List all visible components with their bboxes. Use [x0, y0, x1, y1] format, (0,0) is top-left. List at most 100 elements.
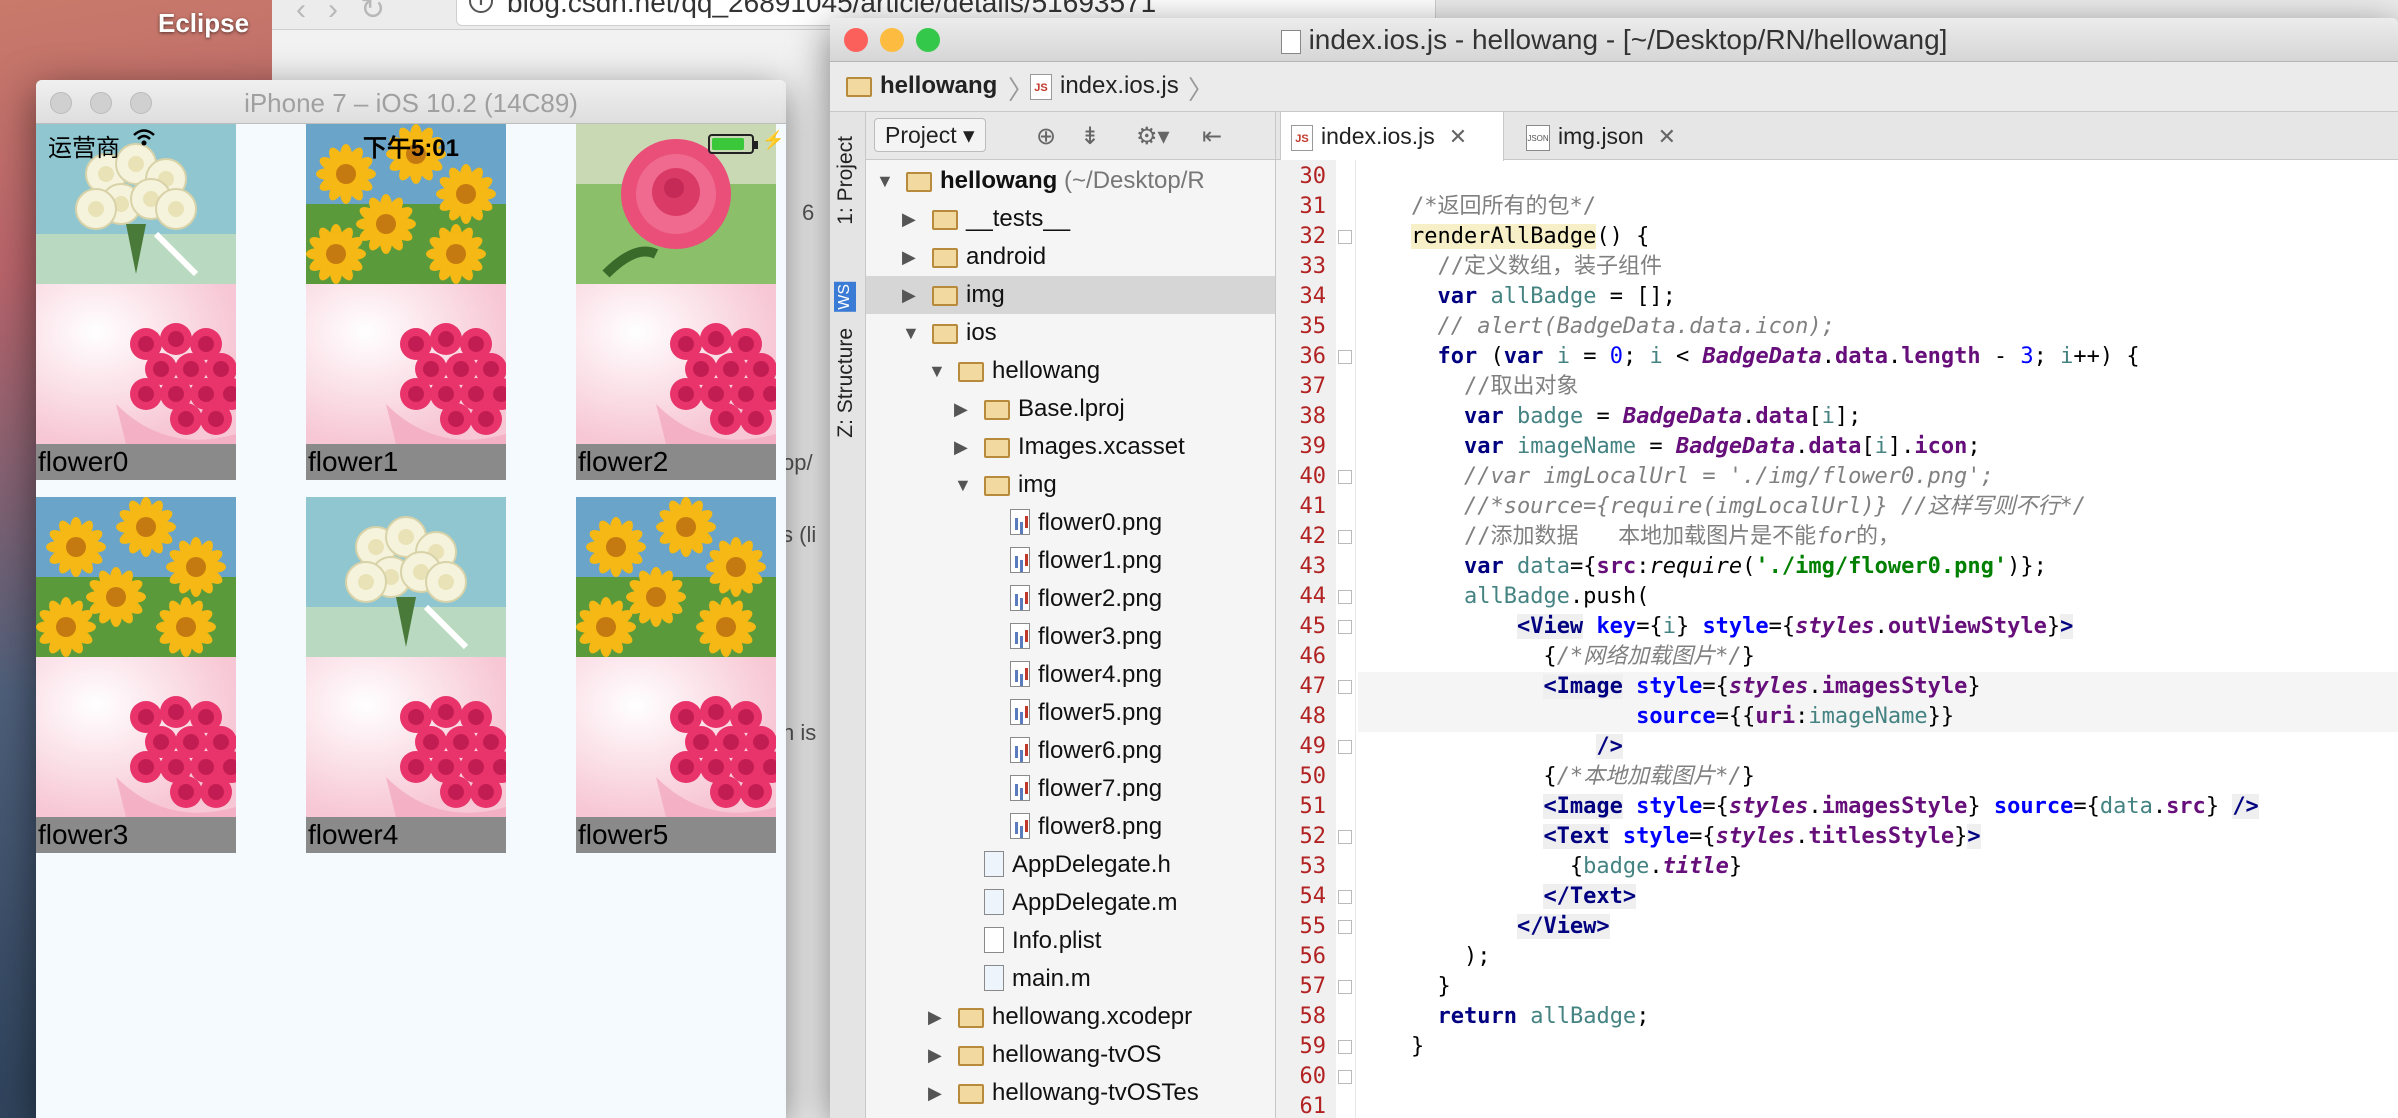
tree-item[interactable]: Info.plist [866, 922, 1275, 960]
breadcrumb-project[interactable]: hellowang [846, 72, 997, 100]
network-image [306, 497, 506, 657]
tab-project[interactable]: 1: Project [834, 136, 858, 225]
tree-item[interactable]: ▶ __tests__ [866, 200, 1275, 238]
fold-marker-icon[interactable] [1338, 230, 1352, 244]
line-number: 42 [1299, 524, 1327, 549]
project-view-dropdown[interactable]: Project ▾ [874, 118, 986, 152]
tree-item[interactable]: flower0.png [866, 504, 1275, 542]
chevron-right-icon[interactable]: ▶ [902, 276, 916, 314]
code-line: //添加数据 本地加载图片是不能for的， [1358, 524, 1900, 549]
tab-structure[interactable]: Z: Structure [834, 328, 858, 438]
close-tab-icon[interactable]: ✕ [1449, 124, 1467, 149]
flower-cell[interactable]: flower5 [576, 497, 786, 853]
fold-marker-icon[interactable] [1338, 470, 1352, 484]
line-number-gutter: 30 31 32 33 34 35 36 37 38 39 40 41 42 43 44 45 46 47 48 49… [1276, 160, 1336, 1118]
chevron-right-icon[interactable]: ▶ [954, 390, 968, 428]
tree-item-label: flower2.png [1038, 585, 1163, 612]
tree-item[interactable]: ▼ hellowang [866, 352, 1275, 390]
tree-item[interactable]: flower2.png [866, 580, 1275, 618]
tree-item[interactable]: main.m [866, 960, 1275, 998]
collapse-icon[interactable]: ⇟ [1080, 122, 1100, 151]
fold-marker-icon[interactable] [1338, 620, 1352, 634]
chevron-right-icon[interactable]: ▶ [928, 1074, 942, 1112]
chevron-down-icon[interactable]: ▼ [928, 352, 946, 390]
editor-tabs: JS index.ios.js ✕ JSON img.json ✕ [1276, 112, 2398, 161]
chevron-down-icon[interactable]: ▼ [902, 314, 920, 352]
code-line: </Text> [1543, 884, 1637, 909]
chevron-right-icon[interactable]: ▶ [928, 1036, 942, 1074]
tree-item[interactable]: flower5.png [866, 694, 1275, 732]
png-file-icon [1010, 660, 1030, 687]
code-line: //*source={require(imgLocalUrl)} //这样写则不… [1358, 494, 2087, 519]
gear-icon[interactable]: ⚙▾ [1136, 122, 1170, 151]
flower-title: flower4 [306, 817, 506, 853]
chevron-right-icon[interactable]: ▶ [902, 200, 916, 238]
tree-item[interactable]: flower4.png [866, 656, 1275, 694]
flower-cell[interactable]: flower4 [306, 497, 517, 853]
flower-title: flower3 [36, 817, 236, 853]
fold-marker-icon[interactable] [1338, 830, 1352, 844]
flower-cell[interactable]: flower1 [306, 124, 517, 480]
tab-img-json[interactable]: JSON img.json ✕ [1516, 112, 1706, 160]
fold-marker-icon[interactable] [1338, 680, 1352, 694]
tree-item[interactable]: ▶ hellowang-tvOSTes [866, 1074, 1275, 1112]
line-number: 61 [1299, 1094, 1327, 1118]
tree-item[interactable]: AppDelegate.m [866, 884, 1275, 922]
page-fragment: op/ [782, 450, 813, 475]
chevron-right-icon[interactable]: ▶ [928, 998, 942, 1036]
tree-item[interactable]: ▶ hellowang.xcodepr [866, 998, 1275, 1036]
tree-item-label: hellowang.xcodepr [992, 1003, 1193, 1030]
tree-item[interactable]: ▼ img [866, 466, 1275, 504]
chevron-right-icon[interactable]: ▶ [954, 428, 968, 466]
page-fragment: 6 [802, 200, 815, 225]
chevron-down-icon[interactable]: ▼ [876, 162, 894, 200]
tree-item[interactable]: flower7.png [866, 770, 1275, 808]
tree-item[interactable]: AppDelegate.h [866, 846, 1275, 884]
browser-nav-icons[interactable]: ‹›↻ [296, 0, 407, 27]
flower-cell[interactable]: flower0 [36, 124, 247, 480]
breadcrumb-file[interactable]: JS index.ios.js [1030, 72, 1179, 100]
fold-marker-icon[interactable] [1338, 590, 1352, 604]
local-image [306, 284, 517, 444]
fold-marker-icon[interactable] [1338, 980, 1352, 994]
tree-item-label: AppDelegate.m [1012, 889, 1178, 916]
target-icon[interactable]: ⊕ [1036, 122, 1056, 151]
fold-marker-icon[interactable] [1338, 530, 1352, 544]
folder-icon [984, 475, 1010, 496]
tree-item[interactable]: ▶ img [866, 276, 1275, 314]
folder-icon [958, 361, 984, 382]
close-tab-icon[interactable]: ✕ [1658, 124, 1676, 149]
png-file-icon [1010, 698, 1030, 725]
info-icon[interactable]: i [469, 0, 493, 13]
line-number: 48 [1299, 704, 1327, 729]
flower-cell[interactable]: flower2 [576, 124, 786, 480]
tree-item[interactable]: ▶ Base.lproj [866, 390, 1275, 428]
fold-marker-icon[interactable] [1338, 890, 1352, 904]
tree-item[interactable]: ▼ hellowang (~/Desktop/R [866, 162, 1275, 200]
chevron-down-icon[interactable]: ▼ [954, 466, 972, 504]
line-number: 47 [1299, 674, 1327, 699]
tab-index-ios-js[interactable]: JS index.ios.js ✕ [1280, 112, 1504, 161]
tree-item[interactable]: flower6.png [866, 732, 1275, 770]
fold-marker-icon[interactable] [1338, 920, 1352, 934]
fold-marker-icon[interactable] [1338, 350, 1352, 364]
chevron-right-icon[interactable]: ▶ [902, 238, 916, 276]
tree-item[interactable]: ▶ hellowang-tvOS [866, 1036, 1275, 1074]
fold-marker-icon[interactable] [1338, 1040, 1352, 1054]
fold-marker-icon[interactable] [1338, 740, 1352, 754]
fold-marker-icon[interactable] [1338, 1070, 1352, 1084]
m-file-icon [984, 888, 1004, 915]
code-area[interactable]: /*返回所有的包*/ renderAllBadge() { //定义数组，装子组… [1358, 160, 2398, 1118]
hide-panel-icon[interactable]: ⇤ [1202, 122, 1222, 151]
line-number: 38 [1299, 404, 1327, 429]
flower-cell[interactable]: flower3 [36, 497, 247, 853]
tree-item[interactable]: ▶ Images.xcasset [866, 428, 1275, 466]
line-number: 49 [1299, 734, 1327, 759]
tree-item[interactable]: flower3.png [866, 618, 1275, 656]
tree-item-label: __tests__ [966, 205, 1071, 232]
simulator-screen[interactable]: 运营商 下午5:01 ⚡ flower0 flower1 flower2 flo… [36, 124, 786, 1118]
tree-item[interactable]: flower8.png [866, 808, 1275, 846]
tree-item[interactable]: flower1.png [866, 542, 1275, 580]
tree-item[interactable]: ▼ ios [866, 314, 1275, 352]
tree-item[interactable]: ▶ android [866, 238, 1275, 276]
